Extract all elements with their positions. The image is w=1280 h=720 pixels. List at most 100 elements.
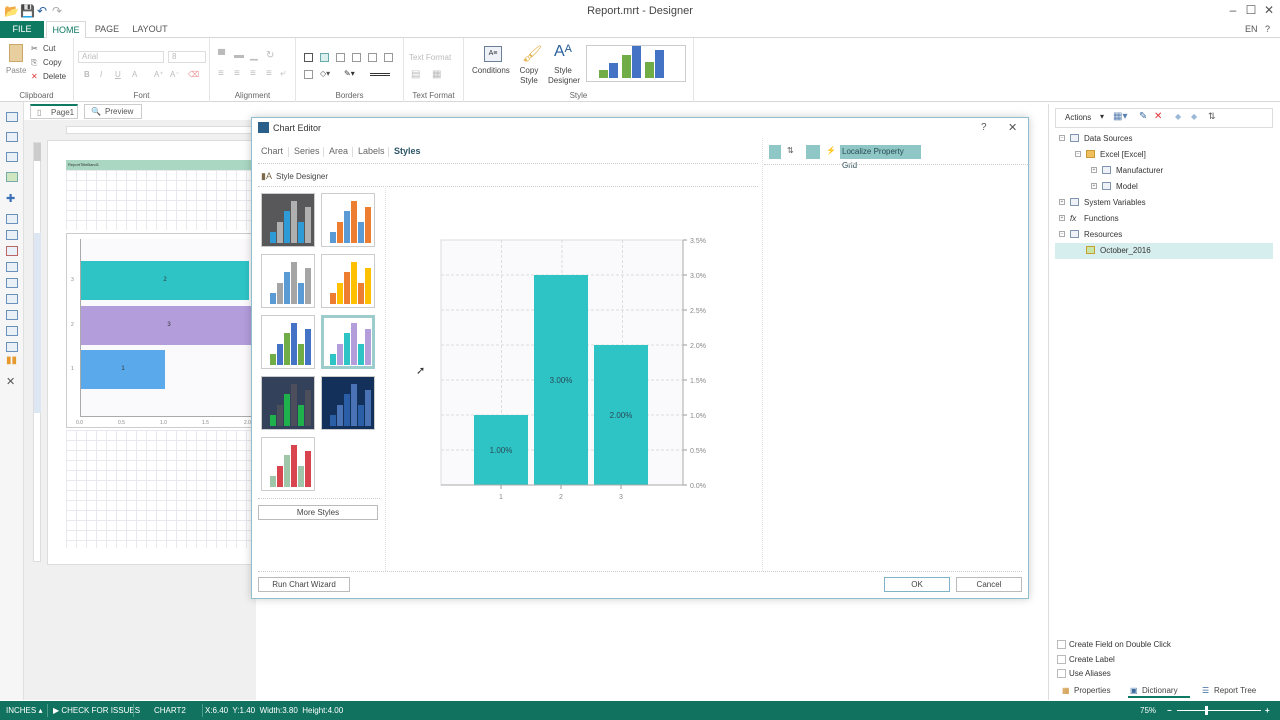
format-date-icon[interactable]: ▦ <box>432 69 441 80</box>
tab-area[interactable]: Area <box>329 146 348 156</box>
page-tab-preview[interactable]: 🔍 Preview <box>84 104 142 119</box>
tab-home[interactable]: HOME <box>46 21 86 39</box>
style-designer-button[interactable]: Style Designer <box>548 66 580 86</box>
style-thumbnail-6[interactable] <box>321 315 375 369</box>
shrink-font-icon[interactable]: A⁻ <box>170 70 180 79</box>
report-title-band[interactable]: ReportTitleBand1 <box>66 160 256 170</box>
tree-item[interactable]: Functions <box>1084 213 1119 225</box>
align-right-icon[interactable]: ≡ <box>250 68 256 79</box>
font-size-select[interactable]: 8 <box>168 51 206 63</box>
cancel-button[interactable]: Cancel <box>956 577 1022 592</box>
grow-font-icon[interactable]: A⁺ <box>154 70 164 79</box>
conditions-button[interactable]: Conditions <box>472 66 510 75</box>
style-thumbnail-9[interactable] <box>261 437 315 491</box>
ok-button[interactable]: OK <box>884 577 950 592</box>
style-thumbnail-1[interactable] <box>261 193 315 247</box>
sort-icon[interactable]: ⇅ <box>1208 111 1216 122</box>
property-pages-icon[interactable] <box>806 145 820 159</box>
style-thumbnail-5[interactable] <box>261 315 315 369</box>
units-selector[interactable]: INCHES ▴ <box>6 701 42 720</box>
dialog-close-button[interactable]: ✕ <box>1008 121 1017 134</box>
expand-icon[interactable]: + <box>1059 215 1065 221</box>
text-format-select[interactable]: Text Format <box>409 53 451 62</box>
style-thumbnail-2[interactable] <box>321 193 375 247</box>
tab-properties[interactable]: ▦ Properties <box>1060 684 1122 698</box>
border-all-icon[interactable] <box>304 53 313 62</box>
zoom-out-button[interactable]: − <box>1167 701 1172 720</box>
events-icon[interactable]: ⚡ <box>826 146 836 155</box>
use-aliases-checkbox[interactable] <box>1057 669 1066 678</box>
collapse-icon[interactable]: − <box>1059 135 1065 141</box>
checkbox-icon[interactable] <box>6 310 18 320</box>
copy-style-button[interactable]: Copy Style <box>518 66 540 86</box>
align-center-icon[interactable]: ≡ <box>234 68 240 79</box>
collapse-icon[interactable]: − <box>1075 151 1081 157</box>
align-middle-icon[interactable]: ▬ <box>234 50 244 61</box>
clone-icon[interactable] <box>6 294 18 304</box>
word-wrap-icon[interactable]: ⤶ <box>280 68 286 79</box>
border-left-icon[interactable] <box>336 53 345 62</box>
tree-item[interactable]: System Variables <box>1084 197 1146 209</box>
clear-format-icon[interactable]: ⌫ <box>188 70 199 79</box>
move-down-icon[interactable]: ◆ <box>1191 112 1197 121</box>
style-thumbnail-8[interactable] <box>321 376 375 430</box>
border-none-icon[interactable] <box>320 53 329 62</box>
bold-button[interactable]: B <box>84 70 90 79</box>
band-icon[interactable] <box>6 112 18 122</box>
zoom-slider-thumb[interactable] <box>1205 706 1208 715</box>
border-style-icon[interactable] <box>370 73 390 76</box>
shape-icon[interactable] <box>6 278 18 288</box>
align-left-icon[interactable]: ≡ <box>218 68 224 79</box>
picture-icon[interactable] <box>6 342 18 352</box>
justify-icon[interactable]: ≡ <box>266 68 272 79</box>
check-issues-button[interactable]: ▶ CHECK FOR ISSUES <box>53 701 140 720</box>
tab-dictionary[interactable]: ▣ Dictionary <box>1128 684 1190 698</box>
maximize-button[interactable]: ☐ <box>1243 3 1259 17</box>
zoom-slider[interactable] <box>1177 710 1261 711</box>
run-chart-wizard-button[interactable]: Run Chart Wizard <box>258 577 350 592</box>
fill-color-icon[interactable]: ◇▾ <box>320 69 330 78</box>
tree-item[interactable]: Resources <box>1084 229 1122 241</box>
expand-icon[interactable]: + <box>1059 199 1065 205</box>
tab-chart[interactable]: Chart <box>261 146 283 156</box>
sub-report-icon[interactable] <box>6 326 18 336</box>
align-top-icon[interactable]: ▀ <box>218 50 225 61</box>
style-thumbnail-7[interactable] <box>261 376 315 430</box>
new-item-icon[interactable]: ▦▾ <box>1113 111 1127 122</box>
paste-button[interactable]: Paste <box>6 66 26 75</box>
style-thumbnail-4[interactable] <box>321 254 375 308</box>
help-button[interactable]: ? <box>1265 24 1270 34</box>
localize-property-grid-toggle[interactable]: Localize Property Grid <box>840 145 921 170</box>
delete-button[interactable]: Delete <box>43 72 66 81</box>
expand-icon[interactable]: + <box>1091 167 1097 173</box>
language-selector[interactable]: EN <box>1245 24 1258 34</box>
move-up-icon[interactable]: ◆ <box>1175 112 1181 121</box>
tab-file[interactable]: FILE <box>0 21 44 38</box>
underline-button[interactable]: U <box>115 70 121 79</box>
italic-button[interactable]: I <box>100 70 102 79</box>
expand-icon[interactable]: + <box>1091 183 1097 189</box>
tab-report-tree[interactable]: ☰ Report Tree <box>1200 684 1264 698</box>
tree-item[interactable]: Manufacturer <box>1116 165 1163 177</box>
tree-item[interactable]: Model <box>1116 181 1138 193</box>
tab-page[interactable]: PAGE <box>90 21 124 38</box>
cut-button[interactable]: Cut <box>43 44 55 53</box>
zoom-in-button[interactable]: + <box>1265 701 1270 720</box>
border-top-icon[interactable] <box>352 53 361 62</box>
component-icon[interactable]: ✚ <box>6 192 15 205</box>
tree-item[interactable]: Excel [Excel] <box>1100 149 1146 161</box>
close-button[interactable]: ✕ <box>1261 3 1277 17</box>
format-icon[interactable]: ▤ <box>411 69 420 80</box>
align-bottom-icon[interactable]: ▁ <box>250 50 258 61</box>
copy-button[interactable]: Copy <box>43 58 62 67</box>
dialog-help-button[interactable]: ? <box>981 122 987 133</box>
text-in-cells-icon[interactable] <box>6 230 18 240</box>
image-icon[interactable] <box>6 172 18 182</box>
more-styles-button[interactable]: More Styles <box>258 505 378 520</box>
font-color-icon[interactable]: A <box>132 70 137 79</box>
tab-styles[interactable]: Styles <box>394 146 421 156</box>
style-designer-link[interactable]: Style Designer <box>276 172 328 181</box>
border-bottom-icon[interactable] <box>384 53 393 62</box>
tab-series[interactable]: Series <box>294 146 320 156</box>
style-thumbnail-3[interactable] <box>261 254 315 308</box>
